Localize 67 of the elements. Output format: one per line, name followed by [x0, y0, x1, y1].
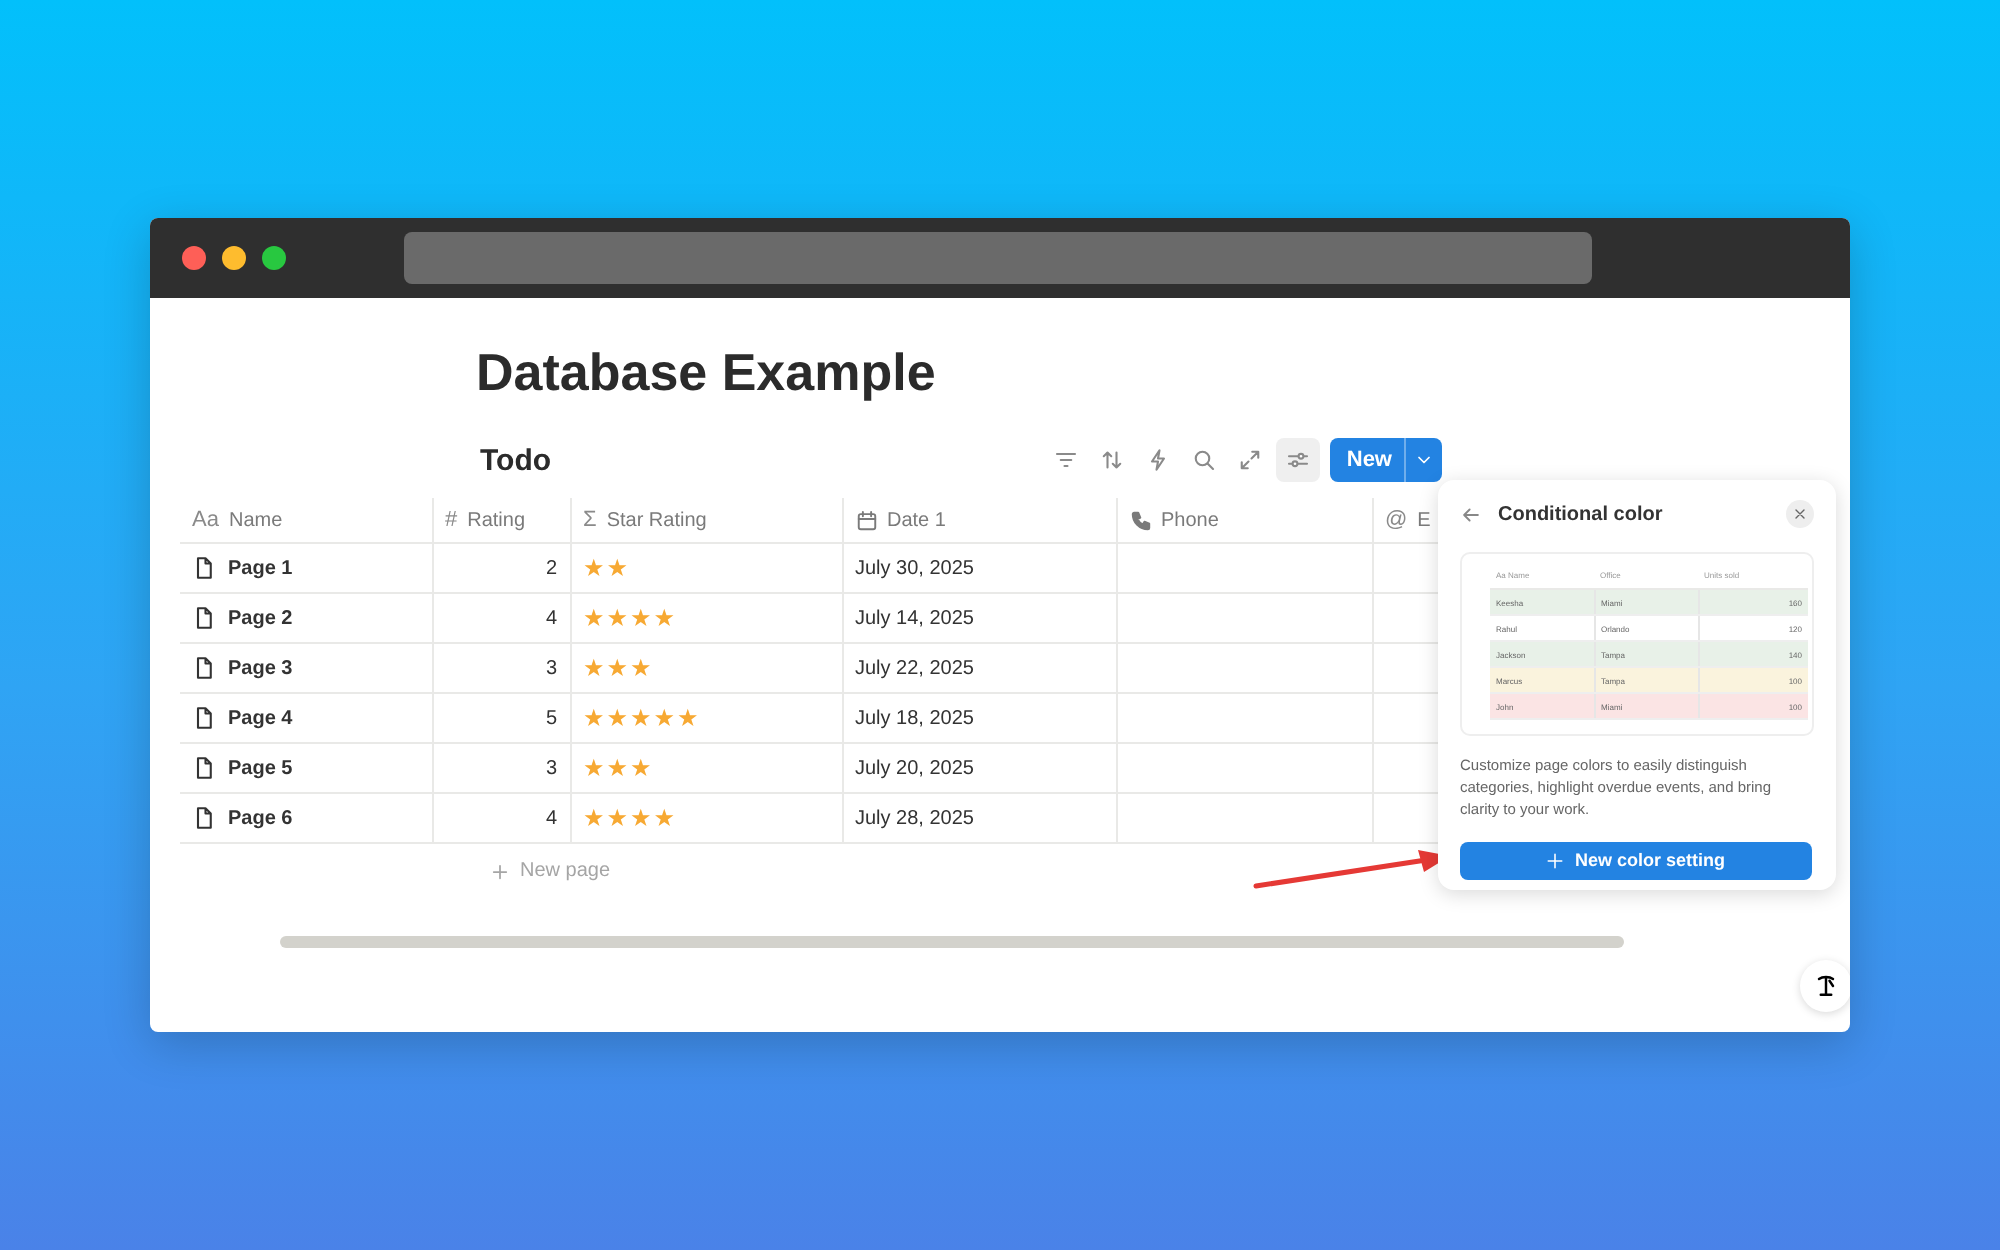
page-name[interactable]: Page 3	[228, 657, 293, 679]
sliders-icon	[1286, 448, 1311, 472]
expand-icon	[1238, 448, 1263, 472]
back-button[interactable]	[1460, 503, 1482, 525]
page-icon	[192, 756, 216, 780]
page-name[interactable]: Page 1	[228, 557, 293, 579]
popup-title: Conditional color	[1498, 503, 1663, 525]
page-name[interactable]: Page 5	[228, 757, 293, 779]
rating-value: 3	[545, 757, 557, 779]
page-name[interactable]: Page 6	[228, 807, 293, 829]
date-value: July 22, 2025	[855, 657, 974, 679]
rating-value: 4	[545, 807, 557, 829]
maximize-dot[interactable]	[262, 246, 286, 270]
rating-value: 2	[545, 557, 557, 579]
column-type-icon: #	[445, 508, 458, 532]
close-button[interactable]	[1786, 500, 1814, 528]
lightning-icon	[1146, 448, 1171, 472]
phone-icon	[1129, 509, 1151, 531]
date-value: July 28, 2025	[855, 807, 974, 829]
view-title: Todo	[480, 443, 552, 477]
page-icon	[192, 556, 216, 580]
back-arrow-icon	[1460, 503, 1482, 525]
plus-icon	[490, 861, 510, 881]
sliders-button[interactable]	[1276, 438, 1321, 482]
page-icon	[192, 806, 216, 830]
page-icon	[192, 606, 216, 630]
date-value: July 14, 2025	[855, 607, 974, 629]
star-rating-value: ★★★	[583, 754, 654, 782]
new-button[interactable]: New	[1330, 438, 1404, 482]
date-value: July 20, 2025	[855, 757, 974, 779]
column-header[interactable]: Name	[228, 509, 283, 531]
new-page-button[interactable]: New page	[490, 860, 611, 882]
star-rating-value: ★★★★	[583, 604, 678, 632]
horizontal-scrollbar[interactable]	[280, 936, 1624, 948]
column-header[interactable]: Date 1	[887, 509, 946, 531]
close-icon	[1792, 506, 1808, 522]
rating-value: 3	[545, 657, 557, 679]
help-button[interactable]	[1800, 960, 1850, 1012]
page-name[interactable]: Page 4	[228, 707, 293, 729]
search-icon	[1192, 448, 1217, 472]
close-dot[interactable]	[182, 246, 206, 270]
star-rating-value: ★★★	[583, 654, 654, 682]
page-icon	[192, 656, 216, 680]
plus-icon	[1546, 851, 1565, 870]
page-title: Database Example	[476, 342, 938, 406]
column-type-icon: Σ	[583, 508, 597, 532]
calendar-icon	[855, 509, 877, 531]
column-header[interactable]: Star Rating	[606, 509, 707, 531]
column-header[interactable]: Phone	[1161, 509, 1219, 531]
rating-value: 5	[545, 707, 557, 729]
star-rating-value: ★★★★★	[583, 704, 701, 732]
new-color-setting-button[interactable]: New color setting	[1460, 841, 1812, 880]
star-rating-value: ★★	[583, 554, 631, 582]
column-type-icon: Aa	[192, 508, 219, 532]
sort-icon	[1100, 448, 1125, 472]
filter-icon	[1054, 448, 1079, 472]
date-value: July 18, 2025	[855, 707, 974, 729]
column-header[interactable]: E	[1417, 509, 1431, 531]
page-icon	[192, 706, 216, 730]
star-rating-value: ★★★★	[583, 804, 678, 832]
date-value: July 30, 2025	[855, 557, 974, 579]
column-type-icon: @	[1385, 508, 1408, 532]
minimize-dot[interactable]	[222, 246, 246, 270]
rating-value: 4	[545, 607, 557, 629]
column-header[interactable]: Rating	[467, 509, 526, 531]
page-name[interactable]: Page 2	[228, 607, 293, 629]
help-icon	[1812, 972, 1840, 1000]
